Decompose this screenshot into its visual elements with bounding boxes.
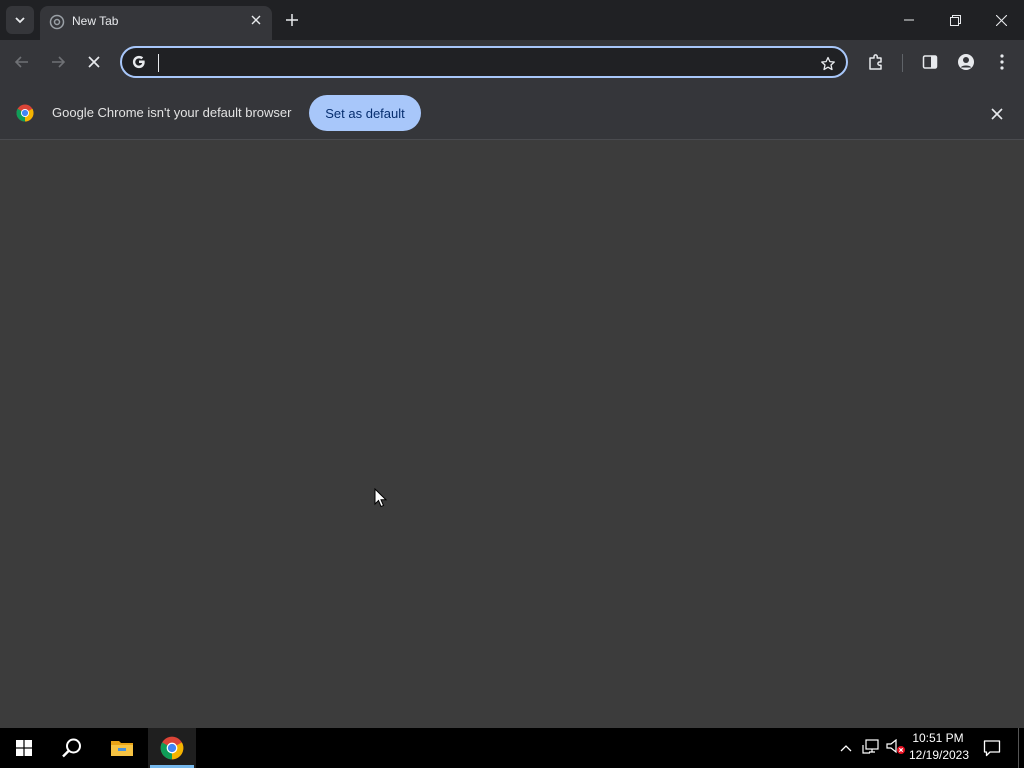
file-explorer-icon [111, 741, 133, 756]
bookmark-button[interactable] [816, 52, 840, 76]
tab-title: New Tab [72, 14, 119, 28]
text-caret [158, 54, 159, 72]
toolbar-divider [902, 54, 903, 72]
volume-button[interactable] [886, 738, 906, 756]
chrome-menu-button[interactable] [988, 48, 1016, 76]
stop-loading-button[interactable] [80, 48, 108, 76]
clock-date[interactable]: 12/19/2023 [906, 748, 972, 762]
volume-muted-icon [886, 739, 905, 754]
restore-button[interactable] [932, 0, 978, 40]
windows-start-icon [16, 740, 32, 756]
toolbar [0, 40, 1024, 86]
minimize-button[interactable] [886, 0, 932, 40]
action-center-button[interactable] [982, 738, 1002, 758]
page-content [0, 140, 1024, 728]
side-panel-button[interactable] [916, 48, 944, 76]
arrow-left-icon [14, 56, 28, 68]
file-explorer-button[interactable] [98, 728, 146, 768]
default-browser-infobar: Google Chrome isn't your default browser… [0, 86, 1024, 140]
back-button[interactable] [8, 48, 36, 76]
close-icon [991, 108, 1003, 120]
clock-time[interactable]: 10:51 PM [910, 731, 966, 745]
extensions-button[interactable] [862, 48, 890, 76]
search-icon [62, 738, 81, 758]
notification-icon [983, 740, 1001, 757]
chrome-newtab-icon [49, 14, 65, 30]
mouse-cursor-icon [374, 488, 388, 508]
show-hidden-icons-button[interactable] [838, 740, 854, 756]
close-icon [251, 15, 261, 25]
close-icon [995, 14, 1007, 26]
star-icon [821, 56, 835, 71]
profile-button[interactable] [952, 48, 980, 76]
infobar-message: Google Chrome isn't your default browser [52, 105, 292, 120]
plus-icon [286, 14, 298, 26]
infobar-close-button[interactable] [986, 103, 1008, 125]
address-input[interactable] [158, 52, 798, 74]
window-close-button[interactable] [978, 0, 1024, 40]
windows-taskbar: 10:51 PM 12/19/2023 [0, 728, 1024, 768]
address-bar[interactable] [120, 46, 848, 78]
network-button[interactable] [862, 738, 880, 756]
tab-strip: New Tab [0, 0, 1024, 40]
set-as-default-button[interactable]: Set as default [309, 95, 421, 131]
chrome-logo-icon [16, 104, 34, 122]
network-icon [862, 739, 879, 754]
start-button[interactable] [0, 728, 48, 768]
tab-search-button[interactable] [6, 6, 34, 34]
chrome-icon [160, 736, 184, 760]
new-tab-button[interactable] [280, 8, 304, 32]
side-panel-icon [922, 55, 938, 69]
arrow-right-icon [52, 56, 66, 68]
close-icon [88, 56, 100, 68]
google-g-icon [130, 53, 148, 71]
forward-button[interactable] [44, 48, 72, 76]
minimize-icon [904, 19, 914, 21]
more-vertical-icon [1000, 54, 1004, 70]
show-desktop-button[interactable] [1018, 728, 1021, 768]
account-icon [958, 54, 974, 70]
tab-close-button[interactable] [246, 10, 266, 30]
puzzle-icon [869, 54, 882, 70]
chrome-taskbar-button[interactable] [148, 728, 196, 768]
restore-icon [949, 14, 961, 26]
taskbar-search-button[interactable] [48, 728, 96, 768]
chevron-up-icon [840, 745, 852, 752]
chevron-down-icon [15, 17, 25, 24]
tab-new-tab[interactable]: New Tab [40, 6, 272, 40]
